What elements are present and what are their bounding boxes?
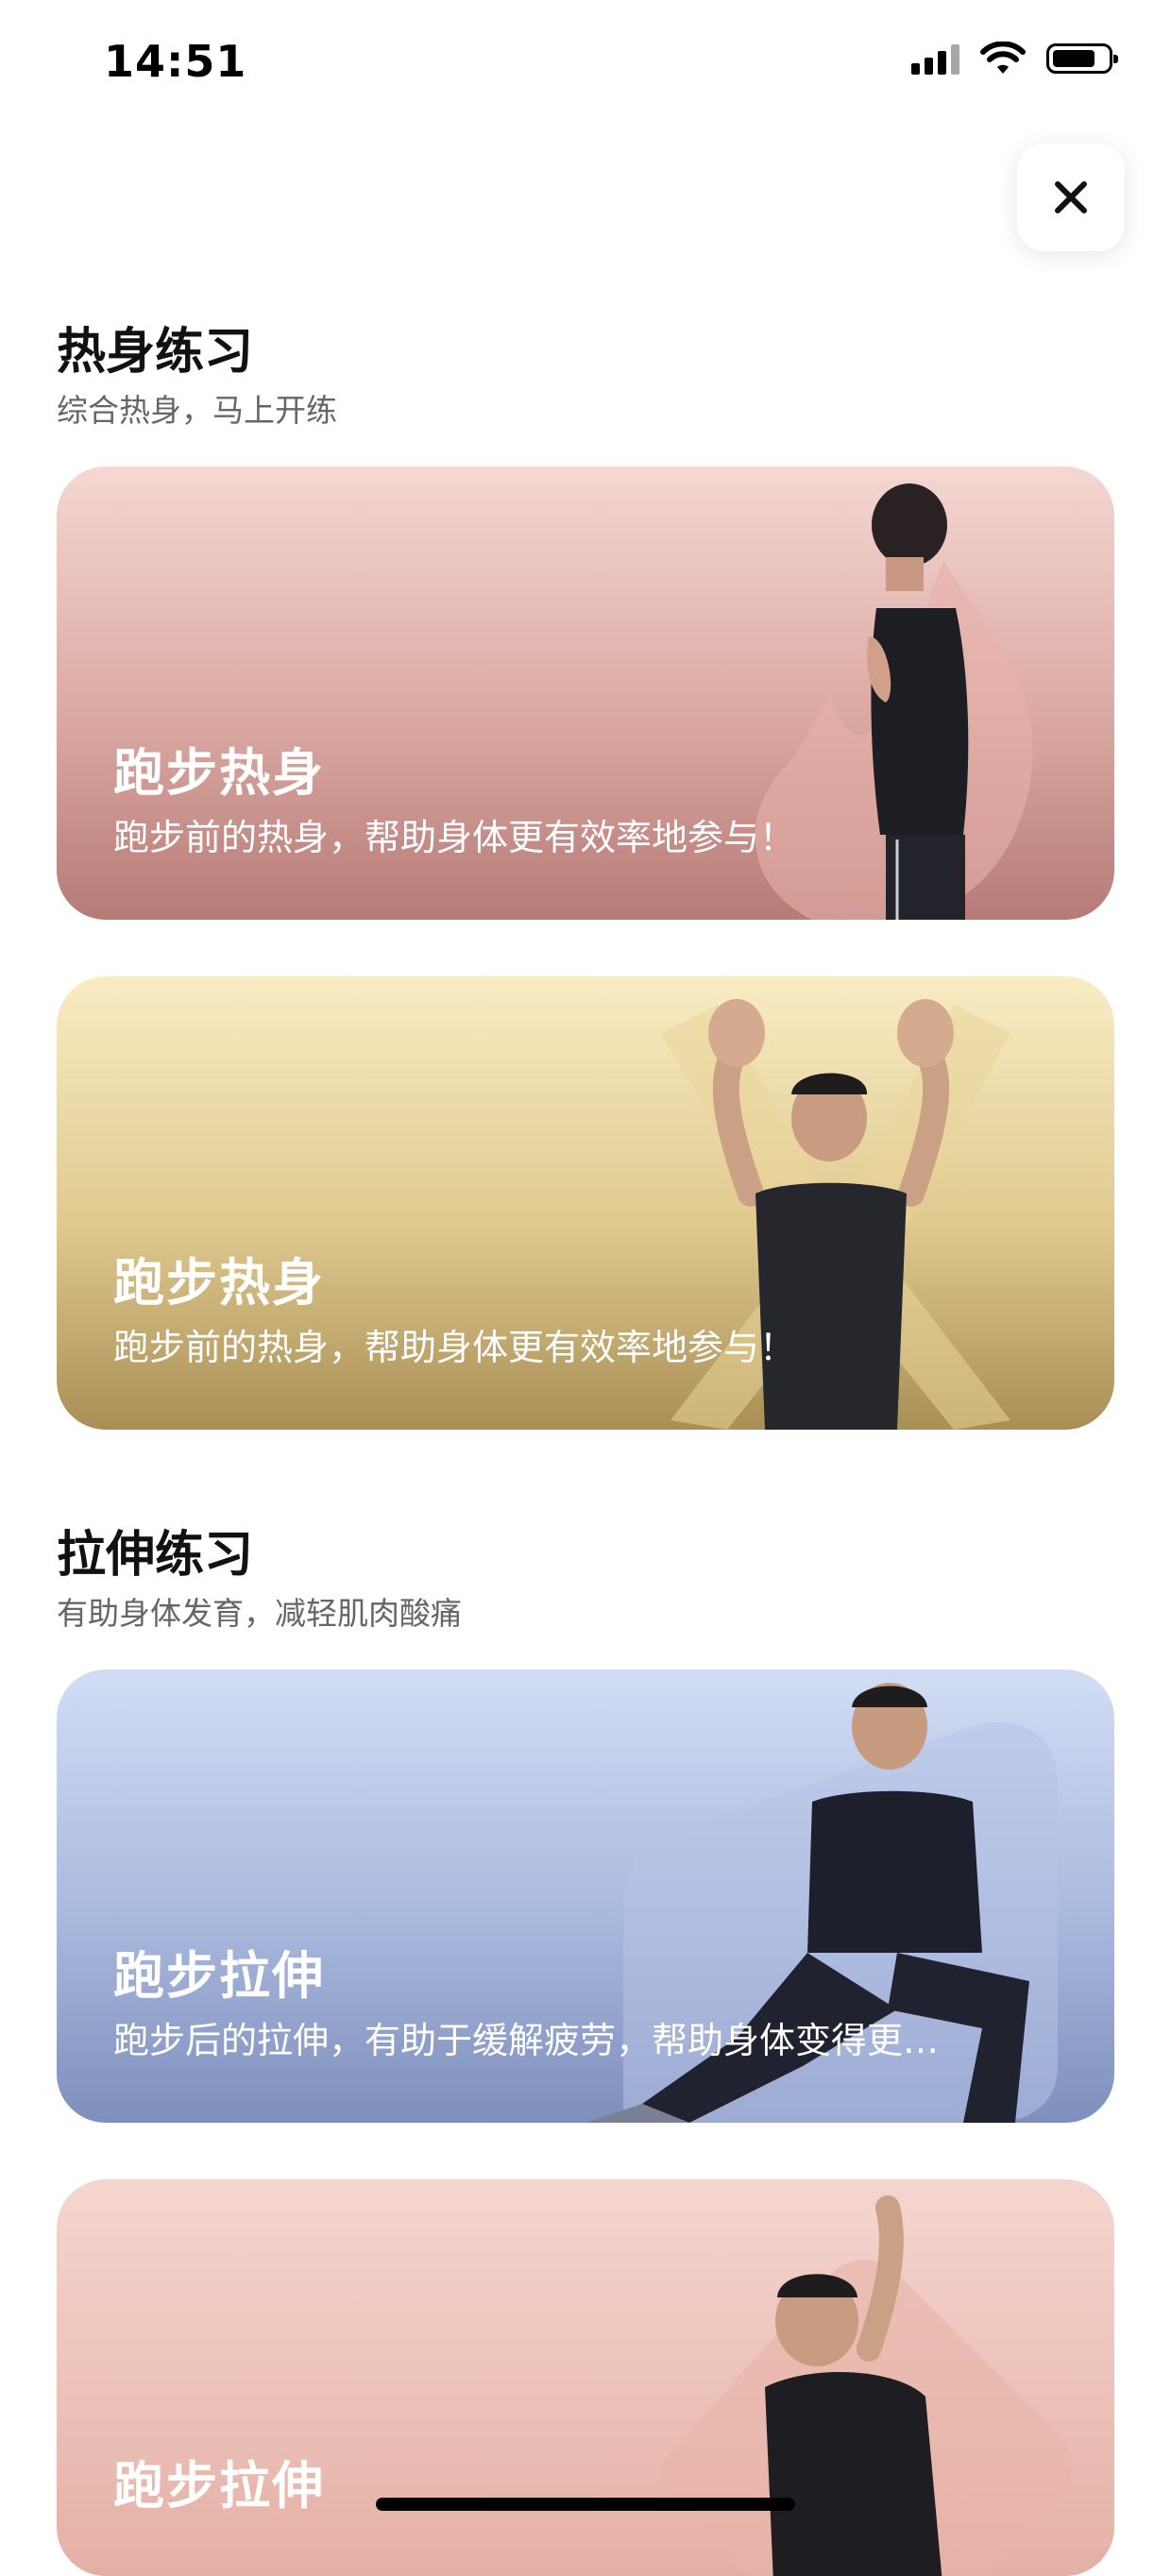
cellular-signal-icon (911, 42, 959, 75)
section-title-stretch: 拉伸练习 (57, 1527, 254, 1584)
card-description: 跑步后的拉伸，有助于缓解疲劳，帮助身体变得更… (113, 2020, 940, 2061)
card-description: 跑步前的热身，帮助身体更有效率地参与！ (113, 817, 796, 858)
exercise-card-running-warmup-1[interactable]: 跑步热身 跑步前的热身，帮助身体更有效率地参与！ (57, 466, 1114, 920)
card-description: 跑步前的热身，帮助身体更有效率地参与！ (113, 1327, 796, 1368)
status-bar: 14:51 (0, 0, 1171, 132)
close-button[interactable] (1017, 144, 1125, 251)
card-title: 跑步拉伸 (113, 2456, 325, 2516)
battery-icon (1046, 43, 1118, 74)
card-title: 跑步拉伸 (113, 1946, 325, 2006)
card-title: 跑步热身 (113, 743, 325, 803)
close-icon (1055, 181, 1087, 213)
exercise-card-running-warmup-2[interactable]: 跑步热身 跑步前的热身，帮助身体更有效率地参与！ (57, 976, 1114, 1430)
status-time: 14:51 (104, 36, 247, 87)
exercise-card-running-stretch-1[interactable]: 跑步拉伸 跑步后的拉伸，有助于缓解疲劳，帮助身体变得更… (57, 1669, 1114, 2123)
card-title: 跑步热身 (113, 1253, 325, 1313)
wifi-icon (980, 42, 1026, 74)
status-icons (911, 42, 1118, 76)
home-indicator (376, 2498, 795, 2511)
athlete-photo (659, 2195, 1072, 2576)
section-title-warmup: 热身练习 (57, 324, 254, 381)
section-subtitle-warmup: 综合热身，马上开练 (57, 392, 337, 429)
section-subtitle-stretch: 有助身体发育，减轻肌肉酸痛 (57, 1595, 462, 1632)
exercise-card-running-stretch-2[interactable]: 跑步拉伸 (57, 2179, 1114, 2576)
